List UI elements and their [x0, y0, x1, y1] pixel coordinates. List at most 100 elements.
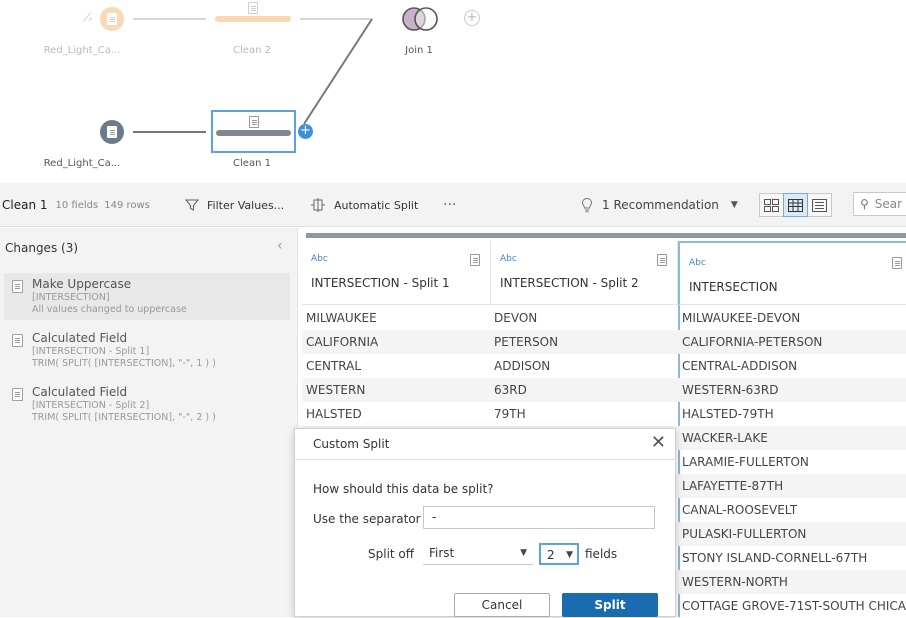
grid-view-icon: [788, 198, 803, 212]
table-cell: STONY ISLAND-CORNELL-67TH: [682, 551, 868, 565]
list-view-icon: [812, 198, 827, 212]
column-menu-icon[interactable]: [470, 254, 480, 266]
list-view-button[interactable]: [807, 193, 832, 217]
change-title: Calculated Field: [32, 331, 128, 345]
clean-bar: [216, 130, 291, 136]
cancel-button[interactable]: Cancel: [454, 593, 550, 617]
changes-header: Changes (3): [5, 241, 79, 255]
table-cell: WACKER-LAKE: [682, 431, 768, 445]
step-summary: Clean 1 10 fields 149 rows: [2, 183, 150, 227]
recommendations-label: 1 Recommendation: [602, 198, 719, 212]
filter-values-button[interactable]: Filter Values...: [185, 183, 284, 227]
table-cell: CANAL-ROOSEVELT: [682, 503, 798, 517]
table-cell: CALIFORNIA-PETERSON: [682, 335, 823, 349]
close-icon[interactable]: ✕: [651, 432, 666, 454]
change-step-icon: [12, 388, 23, 401]
recommendations-button[interactable]: 1 Recommendation ▼: [580, 183, 738, 227]
field-search-input[interactable]: ⚲ Sear: [853, 192, 906, 216]
field-count-value: 2: [547, 548, 555, 562]
document-icon: [107, 126, 117, 138]
table-cell: WESTERN: [306, 383, 366, 397]
table-cell: DEVON: [494, 311, 538, 325]
table-cell: PULASKI-FULLERTON: [682, 527, 807, 541]
table-cell: CENTRAL-ADDISON: [682, 359, 798, 373]
chevron-down-icon: ▼: [520, 548, 527, 558]
column-menu-icon[interactable]: [892, 257, 902, 269]
add-step-icon[interactable]: +: [464, 10, 480, 26]
clean-2-node[interactable]: [215, 16, 291, 22]
grid-scroll-strip: [306, 233, 906, 238]
change-title: Calculated Field: [32, 385, 128, 399]
profile-view-icon: [764, 198, 779, 212]
change-detail: TRIM( SPLIT( [INTERSECTION], "-", 2 ) ): [32, 412, 216, 423]
split-off-dropdown[interactable]: First ▼: [423, 543, 533, 565]
table-cell: HALSTED: [306, 407, 362, 421]
collapse-panel-icon[interactable]: ‹: [277, 238, 283, 254]
node-label: Red_Light_Ca...: [43, 45, 121, 56]
table-cell: ADDISON: [494, 359, 551, 373]
fields-label: fields: [585, 547, 618, 561]
changes-panel: Changes (3) ‹ Make Uppercase [INTERSECTI…: [0, 228, 298, 617]
search-placeholder: Sear: [874, 197, 903, 211]
step-name: Clean 1: [2, 198, 48, 212]
input-node-bottom[interactable]: [100, 120, 124, 144]
change-title: Make Uppercase: [32, 277, 132, 291]
table-row[interactable]: WESTERN 63RD WESTERN-63RD: [302, 378, 906, 402]
table-cell: WESTERN-NORTH: [682, 575, 788, 589]
profile-view-button[interactable]: [759, 193, 784, 217]
column-header-split-1[interactable]: Abc INTERSECTION - Split 1: [302, 241, 491, 305]
column-name: INTERSECTION - Split 2: [500, 276, 639, 290]
change-item-calculated-field-1[interactable]: Calculated Field [INTERSECTION - Split 1…: [4, 327, 290, 374]
node-label: Join 1: [405, 45, 433, 56]
filter-values-label: Filter Values...: [207, 198, 285, 212]
more-options-button[interactable]: ···: [443, 183, 456, 227]
column-header-intersection[interactable]: Abc INTERSECTION: [678, 241, 906, 305]
field-count-dropdown[interactable]: 2 ▼: [539, 543, 579, 565]
table-row[interactable]: CENTRAL ADDISON CENTRAL-ADDISON: [302, 354, 906, 378]
table-row[interactable]: HALSTED 79TH HALSTED-79TH: [302, 402, 906, 426]
chevron-down-icon: ▼: [566, 550, 573, 560]
split-button[interactable]: Split: [562, 593, 658, 617]
string-type-icon: Abc: [689, 258, 706, 268]
dialog-header: Custom Split ✕: [295, 429, 675, 460]
node-label: Red_Light_Ca...: [43, 158, 121, 169]
automatic-split-button[interactable]: Automatic Split: [310, 183, 418, 227]
split-off-label: Split off: [368, 547, 415, 561]
table-cell: 79TH: [494, 407, 526, 421]
table-cell: PETERSON: [494, 335, 559, 349]
column-name: INTERSECTION - Split 1: [311, 276, 450, 290]
add-step-button[interactable]: +: [298, 124, 313, 139]
change-step-icon: [12, 334, 23, 347]
table-row[interactable]: MILWAUKEE DEVON MILWAUKEE-DEVON: [302, 306, 906, 330]
table-cell: CENTRAL: [306, 359, 362, 373]
flow-line: [303, 18, 373, 125]
string-type-icon: Abc: [311, 254, 328, 264]
change-field: [INTERSECTION - Split 1]: [32, 346, 150, 357]
table-row[interactable]: CALIFORNIA PETERSON CALIFORNIA-PETERSON: [302, 330, 906, 354]
flow-canvas[interactable]: ⁄ₓ Red_Light_Ca... Clean 2 Join 1 + Red_…: [0, 0, 906, 182]
document-icon: [107, 13, 117, 25]
data-grid-view-button[interactable]: [783, 193, 808, 217]
input-node-top[interactable]: [100, 7, 124, 31]
separator-label: Use the separator: [313, 512, 421, 526]
field-count: 10 fields: [55, 199, 99, 211]
flow-connections: [133, 7, 438, 133]
table-cell: COTTAGE GROVE-71ST-SOUTH CHICAGO: [682, 599, 906, 613]
custom-split-dialog: Custom Split ✕ How should this data be s…: [294, 428, 676, 617]
fx-icon: ⁄ₓ: [86, 11, 93, 24]
clean-step-icon: [249, 116, 259, 128]
change-item-make-uppercase[interactable]: Make Uppercase [INTERSECTION] All values…: [4, 273, 290, 320]
column-menu-icon[interactable]: [657, 254, 667, 266]
column-header-split-2[interactable]: Abc INTERSECTION - Split 2: [491, 241, 678, 305]
clean-step-icon: [248, 2, 258, 14]
node-label: Clean 2: [233, 45, 271, 56]
separator-input[interactable]: -: [423, 506, 655, 529]
change-item-calculated-field-2[interactable]: Calculated Field [INTERSECTION - Split 2…: [4, 381, 290, 428]
table-cell: 63RD: [494, 383, 527, 397]
table-cell: LARAMIE-FULLERTON: [682, 455, 809, 469]
clean-1-node[interactable]: [211, 110, 296, 153]
change-detail: All values changed to uppercase: [32, 304, 187, 315]
split-icon: [311, 198, 325, 212]
split-off-value: First: [429, 546, 455, 560]
table-cell: WESTERN-63RD: [682, 383, 779, 397]
